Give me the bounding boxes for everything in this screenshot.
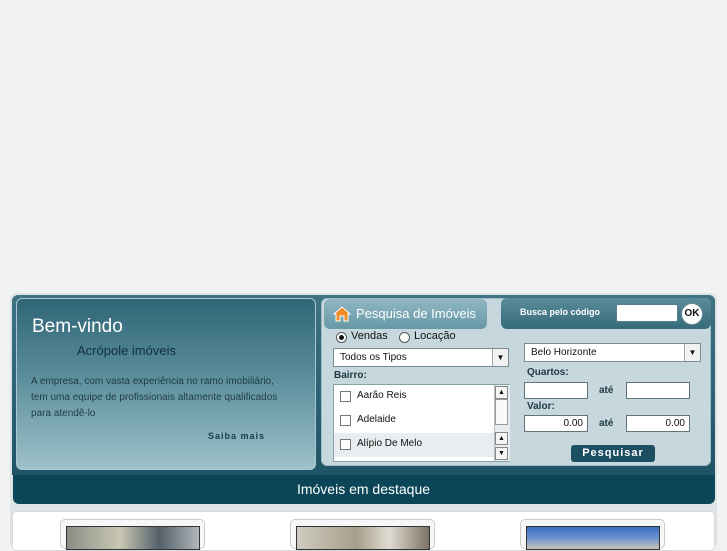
- radio-vendas[interactable]: [336, 332, 347, 343]
- ok-button[interactable]: OK: [681, 303, 703, 325]
- radio-vendas-label: Vendas: [351, 330, 388, 342]
- property-photo[interactable]: [66, 526, 200, 550]
- checkbox[interactable]: [340, 415, 351, 426]
- radio-locacao-label: Locação: [414, 330, 456, 342]
- city-select-value: Belo Horizonte: [531, 347, 597, 358]
- list-item[interactable]: Aarão Reis: [334, 385, 495, 409]
- quartos-to-field[interactable]: [626, 382, 690, 399]
- search-title: Pesquisa de Imóveis: [356, 306, 476, 321]
- type-select-value: Todos os Tipos: [340, 352, 407, 363]
- valor-label: Valor:: [527, 401, 555, 412]
- radio-locacao[interactable]: [399, 332, 410, 343]
- chevron-down-icon[interactable]: ▼: [684, 344, 700, 361]
- property-photo[interactable]: [296, 526, 430, 550]
- home-icon: [333, 306, 351, 322]
- company-name: Acrópole imóveis: [77, 343, 176, 358]
- featured-title: Imóveis em destaque: [296, 481, 431, 497]
- type-select[interactable]: Todos os Tipos ▼: [333, 348, 509, 367]
- property-photo[interactable]: [526, 526, 660, 550]
- list-item-label: Aarão Reis: [357, 390, 407, 401]
- city-select[interactable]: Belo Horizonte ▼: [524, 343, 701, 362]
- scroll-down-icon[interactable]: ▼: [495, 447, 508, 460]
- bairro-label: Bairro:: [334, 370, 367, 381]
- saiba-mais-link[interactable]: Saiba mais: [208, 431, 265, 441]
- list-item[interactable]: Alípio De Melo: [334, 433, 495, 457]
- welcome-title: Bem-vindo: [32, 316, 123, 337]
- welcome-description: A empresa, com vasta experiência no ramo…: [31, 376, 278, 419]
- valor-from-field[interactable]: 0.00: [524, 415, 588, 432]
- quartos-from-field[interactable]: [524, 382, 588, 399]
- ate-label: até: [599, 385, 614, 396]
- scroll-up-icon[interactable]: ▲: [495, 386, 508, 399]
- valor-to-field[interactable]: 0.00: [626, 415, 690, 432]
- quartos-label: Quartos:: [527, 367, 569, 378]
- code-input[interactable]: [616, 304, 678, 322]
- ate-label: até: [599, 418, 614, 429]
- scroll-up-icon[interactable]: ▲: [495, 432, 508, 445]
- checkbox[interactable]: [340, 439, 351, 450]
- list-item[interactable]: Adelaide: [334, 409, 495, 433]
- list-item-label: Adelaide: [357, 414, 396, 425]
- pesquisar-button[interactable]: Pesquisar: [571, 445, 655, 462]
- list-item-label: Alípio De Melo: [357, 438, 423, 449]
- scroll-thumb[interactable]: [495, 399, 508, 425]
- bairro-list[interactable]: Aarão Reis Adelaide Alípio De Melo: [333, 384, 510, 462]
- code-search-label: Busca pelo código: [520, 307, 601, 317]
- checkbox[interactable]: [340, 391, 351, 402]
- chevron-down-icon[interactable]: ▼: [492, 349, 508, 366]
